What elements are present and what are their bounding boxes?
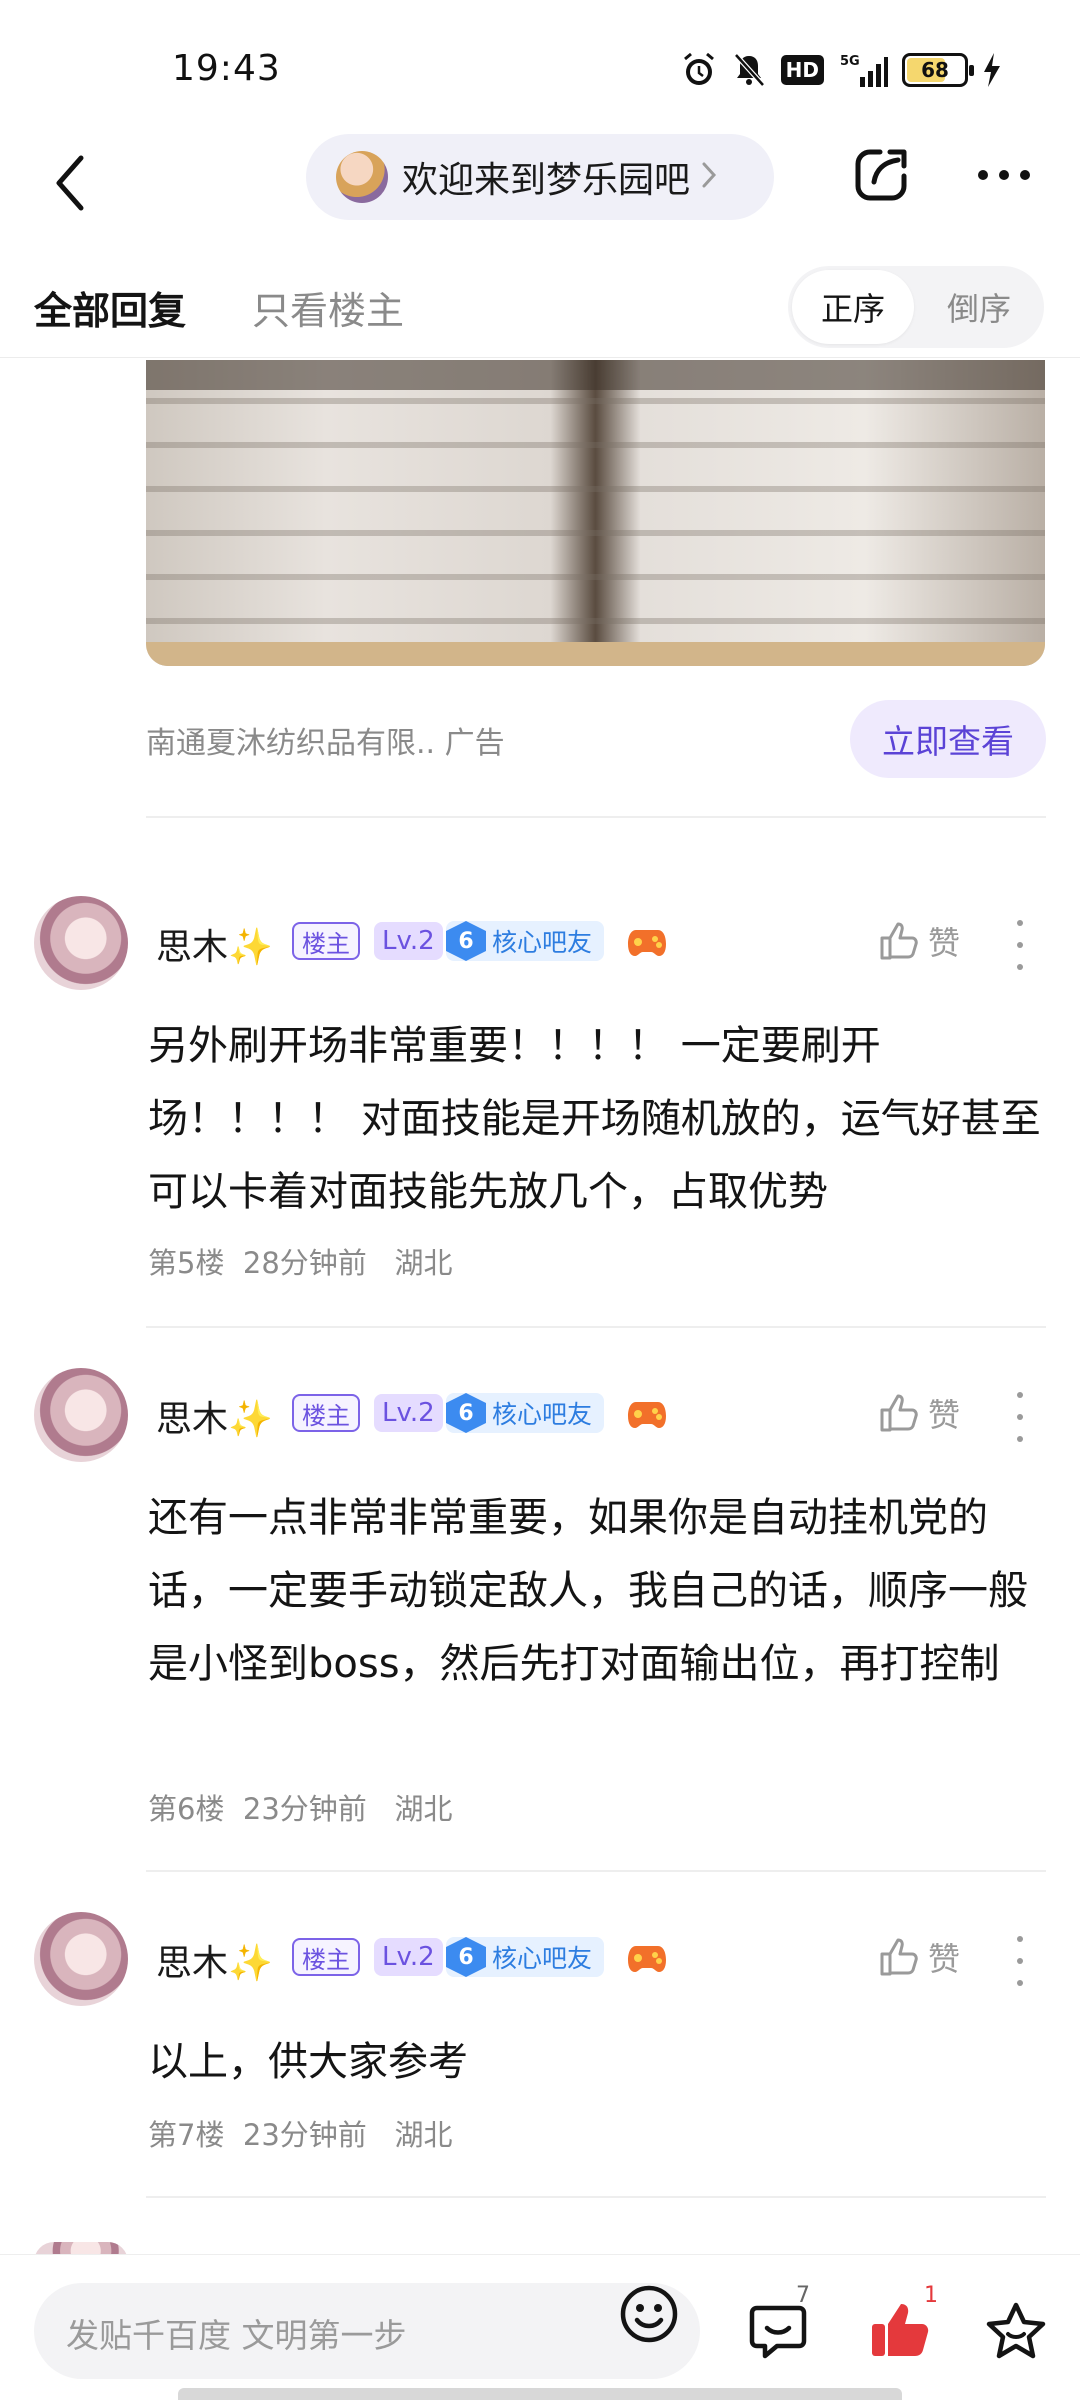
thumbs-up-icon [880, 1394, 918, 1432]
nav-actions [852, 144, 1032, 208]
username[interactable]: 思木✨ [156, 1934, 273, 1986]
ad-source: 南通夏沐纺织品有限.. 广告 [146, 726, 505, 761]
home-indicator [178, 2388, 902, 2400]
comment-input[interactable]: 发贴千百度 文明第一步 [34, 2283, 700, 2379]
thumbs-up-icon [880, 1938, 918, 1976]
floor-number: 第5楼 [148, 1246, 225, 1280]
avatar[interactable] [34, 896, 128, 990]
star-icon[interactable] [980, 2295, 1052, 2367]
avatar[interactable] [34, 1368, 128, 1462]
emoji-icon[interactable] [612, 2277, 686, 2351]
post-more-icon[interactable] [1010, 1936, 1030, 1986]
forum-link[interactable]: 欢迎来到梦乐园吧 [306, 134, 774, 220]
username[interactable]: 思木✨ [156, 918, 273, 970]
sort-toggle: 正序 倒序 [788, 266, 1044, 348]
gamepad-icon [626, 1940, 668, 1976]
divider [146, 816, 1046, 818]
post-more-icon[interactable] [1010, 920, 1030, 970]
divider [146, 2196, 1046, 2198]
post-time: 23分钟前 [242, 2118, 367, 2152]
member-badge: 6 核心吧友 [446, 1937, 605, 1977]
status-bar: 19:43 HD 5G 68 [0, 0, 1080, 130]
post-more-icon[interactable] [1010, 1392, 1030, 1442]
comment-count: 7 [796, 2283, 810, 2308]
ad-cta-button[interactable]: 立即查看 [850, 700, 1046, 778]
svg-text:5G: 5G [840, 54, 860, 69]
share-icon[interactable] [852, 144, 912, 208]
mute-bell-icon [731, 50, 767, 90]
top-nav: 欢迎来到梦乐园吧 [0, 130, 1080, 240]
post-text: 还有一点非常非常重要，如果你是自动挂机党的话，一定要手动锁定敌人，我自己的话，顺… [148, 1495, 1028, 1687]
like-count: 1 [924, 2283, 938, 2308]
back-button[interactable] [40, 148, 100, 218]
reply-filter-tabs: 全部回复 只看楼主 正序 倒序 [0, 258, 1080, 358]
status-time: 19:43 [172, 48, 281, 89]
status-icons: HD 5G 68 [681, 50, 1002, 90]
post-location: 湖北 [394, 2118, 453, 2152]
charging-icon [982, 50, 1002, 90]
sort-asc-button[interactable]: 正序 [792, 270, 914, 344]
floor-number: 第7楼 [148, 2118, 225, 2152]
post-meta: 第6楼 23分钟前 湖北 [148, 1786, 452, 1828]
username[interactable]: 思木✨ [156, 1390, 273, 1442]
divider [146, 1326, 1046, 1328]
comment-placeholder: 发贴千百度 文明第一步 [66, 2316, 407, 2355]
battery-icon: 68 [902, 50, 974, 90]
bottom-action-bar: 发贴千百度 文明第一步 7 1 [0, 2254, 1080, 2400]
post-text: 另外刷开场非常重要！！！！ 一定要刷开场！！！！ 对面技能是开场随机放的，运气好… [148, 1023, 1041, 1215]
post-meta: 第5楼 28分钟前 湖北 [148, 1240, 452, 1282]
ad-image[interactable] [146, 360, 1045, 666]
sort-desc-button[interactable]: 倒序 [918, 270, 1040, 344]
chevron-right-icon [700, 160, 718, 194]
gamepad-icon [626, 1396, 668, 1432]
post-meta: 第7楼 23分钟前 湖北 [148, 2112, 452, 2154]
divider [146, 1870, 1046, 1872]
avatar[interactable] [34, 1912, 128, 2006]
post-location: 湖北 [394, 1792, 453, 1826]
like-button[interactable]: 赞 [878, 1390, 960, 1436]
level-badge: Lv.2 [374, 1394, 443, 1432]
host-badge: 楼主 [292, 1394, 360, 1432]
member-badge: 6 核心吧友 [446, 1393, 605, 1433]
signal-5g-icon: 5G [838, 50, 888, 90]
back-arrow-icon [56, 155, 84, 211]
floor-number: 第6楼 [148, 1792, 225, 1826]
alarm-icon [681, 50, 717, 90]
level-badge: Lv.2 [374, 922, 443, 960]
post-text: 以上，供大家参考 [148, 2039, 468, 2085]
tab-host-only[interactable]: 只看楼主 [252, 280, 404, 335]
forum-title: 欢迎来到梦乐园吧 [402, 160, 691, 201]
forum-avatar [336, 151, 388, 203]
gamepad-icon [626, 924, 668, 960]
post-time: 23分钟前 [242, 1792, 367, 1826]
tab-all-replies[interactable]: 全部回复 [34, 280, 186, 335]
like-button[interactable]: 赞 [878, 1934, 960, 1980]
thumbs-up-icon [880, 922, 918, 960]
host-badge: 楼主 [292, 922, 360, 960]
hd-icon: HD [780, 50, 824, 90]
like-button[interactable]: 赞 [878, 918, 960, 964]
host-badge: 楼主 [292, 1938, 360, 1976]
post-time: 28分钟前 [242, 1246, 367, 1280]
member-badge: 6 核心吧友 [446, 921, 605, 961]
more-horizontal-icon[interactable] [976, 167, 1032, 186]
level-badge: Lv.2 [374, 1938, 443, 1976]
post-location: 湖北 [394, 1246, 453, 1280]
